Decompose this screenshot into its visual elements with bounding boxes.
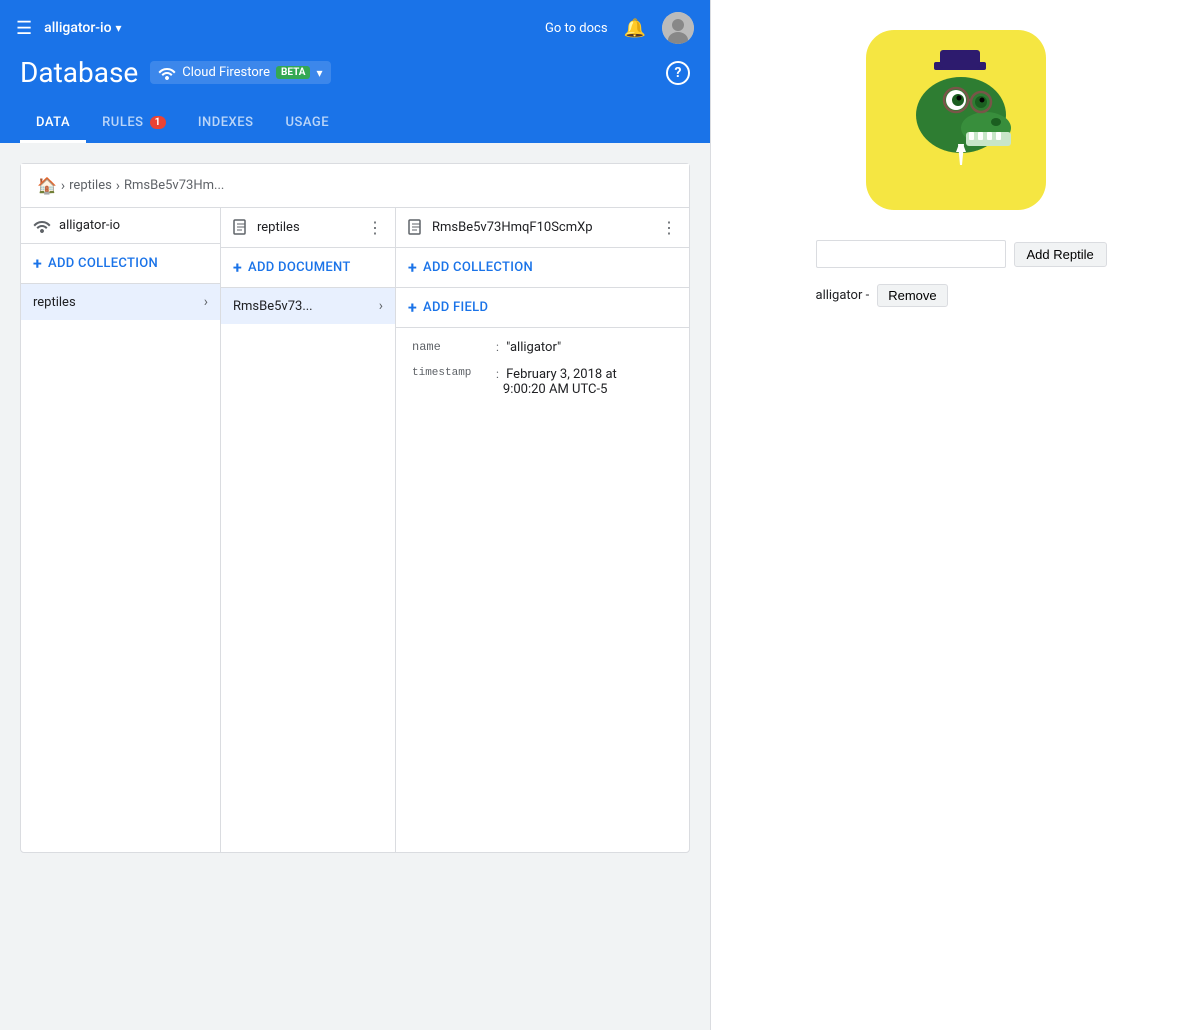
add-collection-btn-1[interactable]: + ADD COLLECTION: [21, 244, 220, 284]
help-icon[interactable]: ?: [666, 61, 690, 85]
field-timestamp-value: February 3, 2018 at 9:00:20 AM UTC-5: [503, 367, 617, 397]
add-collection-label-3: ADD COLLECTION: [423, 260, 533, 275]
document-icon: [233, 219, 249, 237]
breadcrumb-reptiles[interactable]: reptiles: [69, 178, 112, 193]
col3-header: RmsBe5v73HmqF10ScmXp ⋮: [396, 208, 689, 248]
plus-icon-field: +: [408, 298, 417, 317]
field-data: name : "alligator" timestamp : February …: [396, 328, 689, 421]
breadcrumb: 🏠 › reptiles › RmsBe5v73Hm...: [21, 164, 689, 208]
reptiles-label: reptiles: [33, 295, 204, 310]
page-title: Database: [20, 56, 138, 89]
col2-menu-icon[interactable]: ⋮: [367, 218, 383, 237]
content-area: 🏠 › reptiles › RmsBe5v73Hm... al: [0, 143, 710, 1030]
service-dropdown-arrow[interactable]: ▾: [316, 66, 322, 80]
tab-bar: DATA RULES 1 INDEXES USAGE: [0, 105, 710, 143]
col3-title: RmsBe5v73HmqF10ScmXp: [432, 220, 653, 235]
add-collection-label-1: ADD COLLECTION: [48, 256, 158, 271]
document-icon-2: [408, 219, 424, 237]
nav-right: Go to docs 🔔: [545, 12, 694, 44]
col2-header: reptiles ⋮: [221, 208, 395, 248]
doc-label: RmsBe5v73...: [233, 299, 379, 314]
field-timestamp-row: timestamp : February 3, 2018 at 9:00:20 …: [412, 367, 673, 397]
top-nav: ☰ alligator-io ▾ Go to docs 🔔: [0, 0, 710, 56]
rules-badge: 1: [150, 116, 166, 129]
project-dropdown-icon: ▾: [116, 21, 122, 35]
breadcrumb-doc[interactable]: RmsBe5v73Hm...: [124, 178, 224, 193]
tab-data[interactable]: DATA: [20, 105, 86, 143]
go-to-docs-link[interactable]: Go to docs: [545, 21, 608, 36]
beta-badge: BETA: [276, 66, 311, 79]
add-collection-btn-3[interactable]: + ADD COLLECTION: [396, 248, 689, 288]
firestore-wifi-icon: [158, 66, 176, 80]
col-alligator-io: alligator-io + ADD COLLECTION reptiles ›: [21, 208, 221, 852]
field-timestamp-key: timestamp: [412, 367, 492, 379]
right-panel: Add Reptile alligator - Remove: [710, 0, 1200, 1030]
alligator-svg: [876, 40, 1036, 200]
project-name-label: alligator-io: [44, 20, 111, 36]
project-name-container[interactable]: alligator-io ▾: [44, 20, 121, 36]
alligator-name-label: alligator -: [816, 288, 870, 303]
col1-title: alligator-io: [59, 218, 208, 233]
reptiles-row[interactable]: reptiles ›: [21, 284, 220, 320]
add-document-label: ADD DOCUMENT: [248, 260, 351, 275]
add-field-label: ADD FIELD: [423, 300, 488, 315]
bell-icon[interactable]: 🔔: [624, 18, 646, 39]
tab-indexes[interactable]: INDEXES: [182, 105, 270, 143]
plus-icon-1: +: [33, 254, 42, 273]
field-name-row: name : "alligator": [412, 340, 673, 355]
remove-button[interactable]: Remove: [877, 284, 947, 307]
field-name-key: name: [412, 340, 492, 354]
columns-container: alligator-io + ADD COLLECTION reptiles ›: [21, 208, 689, 852]
col-document: RmsBe5v73HmqF10ScmXp ⋮ + ADD COLLECTION …: [396, 208, 689, 852]
plus-icon-3: +: [408, 258, 417, 277]
reptiles-chevron: ›: [204, 294, 208, 310]
database-panel: 🏠 › reptiles › RmsBe5v73Hm... al: [20, 163, 690, 853]
col1-header: alligator-io: [21, 208, 220, 244]
avatar[interactable]: [662, 12, 694, 44]
reptile-input[interactable]: [816, 240, 1006, 268]
tab-usage[interactable]: USAGE: [269, 105, 345, 143]
add-reptile-button[interactable]: Add Reptile: [1014, 242, 1107, 267]
alligator-row: alligator - Remove: [816, 284, 1096, 307]
col2-title: reptiles: [257, 220, 359, 235]
hamburger-icon[interactable]: ☰: [16, 18, 32, 39]
doc-chevron: ›: [379, 298, 383, 314]
col-reptiles: reptiles ⋮ + ADD DOCUMENT RmsBe5v73... ›: [221, 208, 396, 852]
service-badge[interactable]: Cloud Firestore BETA ▾: [150, 61, 330, 84]
home-icon[interactable]: 🏠: [37, 176, 57, 195]
alligator-logo: [866, 30, 1046, 210]
col3-menu-icon[interactable]: ⋮: [661, 218, 677, 237]
wifi-icon: [33, 219, 51, 233]
add-document-btn[interactable]: + ADD DOCUMENT: [221, 248, 395, 288]
doc-row[interactable]: RmsBe5v73... ›: [221, 288, 395, 324]
sub-header: Database Cloud Firestore BETA ▾ ?: [0, 56, 710, 105]
field-name-value: "alligator": [503, 340, 561, 355]
plus-icon-doc: +: [233, 258, 242, 277]
add-field-btn[interactable]: + ADD FIELD: [396, 288, 689, 328]
service-name: Cloud Firestore: [182, 65, 270, 80]
add-reptile-row: Add Reptile: [816, 240, 1096, 268]
tab-rules[interactable]: RULES 1: [86, 105, 182, 143]
